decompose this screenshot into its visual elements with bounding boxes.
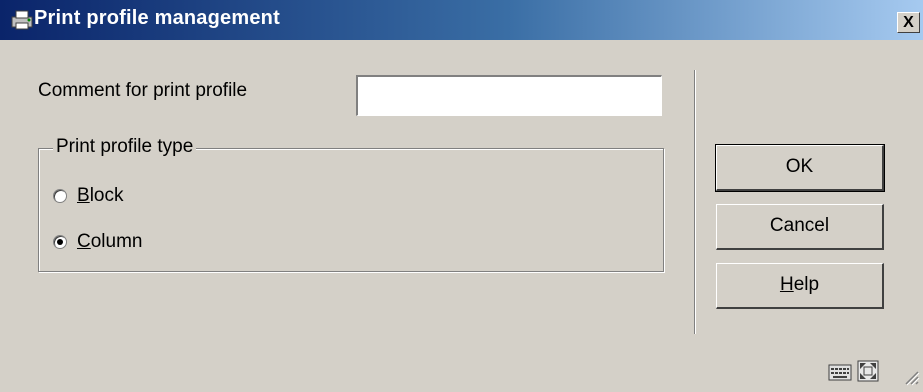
radio-column[interactable] [53, 235, 67, 249]
help-button[interactable]: Help [716, 263, 884, 309]
ok-button[interactable]: OK [715, 144, 885, 192]
maximize-icon[interactable] [857, 360, 879, 382]
group-legend: Print profile type [53, 136, 197, 158]
close-button[interactable]: X [897, 12, 920, 33]
radio-block[interactable] [53, 189, 67, 203]
comment-label: Comment for print profile [38, 80, 248, 101]
comment-input[interactable] [356, 75, 662, 116]
print-profile-icon [11, 10, 33, 30]
cancel-button[interactable]: Cancel [716, 204, 884, 250]
vertical-divider [694, 70, 696, 334]
radio-option-block[interactable]: Block [53, 185, 123, 207]
print-profile-type-group: Print profile type Block Column [38, 136, 664, 272]
radio-label-block: Block [77, 185, 124, 206]
window-title: Print profile management [34, 7, 280, 29]
title-bar: Print profile management X [0, 0, 923, 40]
radio-label-column: Column [77, 231, 143, 252]
close-icon: X [903, 14, 914, 31]
radio-option-column[interactable]: Column [53, 231, 142, 253]
resize-grip-icon[interactable] [900, 366, 920, 386]
keyboard-icon[interactable] [828, 362, 852, 382]
